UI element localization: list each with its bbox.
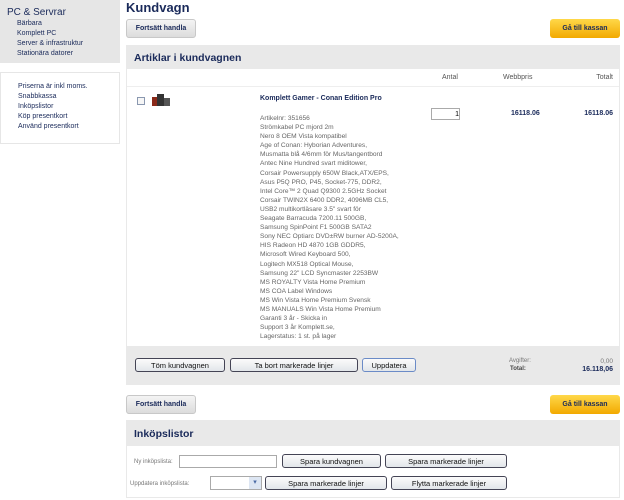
item-checkbox[interactable] [137,97,145,105]
sidebar-item-stationara[interactable]: Stationära datorer [17,49,83,59]
sidebar-item-server[interactable]: Server & infrastruktur [17,39,83,49]
detail-line: Logitech MX518 Optical Mouse, [260,260,354,268]
detail-line: Samsung 22" LCD Syncmaster 2253BW [260,269,379,277]
detail-line: HIS Radeon HD 4870 1GB GDDR5, [260,242,366,250]
product-details: Artikelnr: 351656 Strömkabel PC mjord 2m N… [260,114,399,341]
move-selected-button[interactable]: Flytta markerade linjer [391,476,507,490]
checkout-button-bottom[interactable]: Gå till kassan [550,395,620,414]
detail-line: MS Win Vista Home Premium Svensk [260,296,371,304]
detail-line: Lagerstatus: 1 st. på lager [260,333,337,341]
col-qty: Antal [442,74,458,81]
checkout-button[interactable]: Gå till kassan [550,19,620,38]
update-button[interactable]: Uppdatera [362,358,416,372]
detail-line: Support 3 år Komplett.se, [260,324,335,332]
empty-cart-button[interactable]: Töm kundvagnen [135,358,225,372]
detail-line: Asus P5Q PRO, P45, Socket-775, DDR2, [260,178,382,186]
link-snabbkassa[interactable]: Snabbkassa [18,92,88,102]
sidebar-item-komplett-pc[interactable]: Komplett PC [17,29,83,39]
product-name[interactable]: Komplett Gamer - Conan Edition Pro [260,95,382,102]
detail-line: Antec Nine Hundred svart miditower, [260,160,368,168]
cart-footer: Töm kundvagnen Ta bort markerade linjer … [127,346,619,384]
continue-shopping-button-bottom[interactable]: Fortsätt handla [126,395,196,414]
total-label: Total: [510,366,526,372]
fees-label: Avgifter: [509,358,531,364]
detail-line: Microsoft Wired Keyboard 500, [260,251,351,259]
detail-line: Sony NEC Optiarc DVD±RW burner AD-5200A, [260,233,399,241]
sidebar-category: PC & Servrar Bärbara Komplett PC Server … [0,0,120,63]
col-price: Webbpris [503,74,533,81]
list-select[interactable]: ▾ [210,476,262,490]
detail-line: MS MANUALS Win Vista Home Premium [260,305,381,313]
detail-line: Intel Core™ 2 Quad Q9300 2.5GHz Socket [260,187,387,195]
detail-line: MS COA Label Windows [260,287,333,295]
sidebar-links: Priserna är inkl moms. Snabbkassa Inköps… [0,72,120,144]
cart-heading: Artiklar i kundvagnen [127,46,619,69]
detail-line: Corsair Powersupply 650W Black,ATX/EPS, [260,169,389,177]
detail-line: Samsung SpinPoint F1 500GB SATA2 [260,224,372,232]
quantity-input[interactable] [431,108,460,120]
detail-line: Corsair TWIN2X 6400 DDR2, 4096MB CL5, [260,196,389,204]
sidebar-heading[interactable]: PC & Servrar [7,7,66,18]
vat-note[interactable]: Priserna är inkl moms. [18,82,88,92]
detail-line: Artikelnr: 351656 [260,115,310,122]
detail-line: USB2 multikortläsare 3.5" svart för [260,205,361,213]
detail-line: Musmatta blå 4/6mm för Mus/tangentbord [260,151,383,159]
detail-line: Strömkabel PC mjord 2m [260,124,334,132]
link-anvand-presentkort[interactable]: Använd presentkort [18,122,88,132]
update-list-label: Uppdatera inköpslista: [130,481,190,487]
detail-line: MS ROYALTY Vista Home Premium [260,278,366,286]
detail-line: Age of Conan: Hyborian Adventures, [260,142,368,150]
new-list-label: Ny inköpslista: [134,459,173,465]
link-kop-presentkort[interactable]: Köp presentkort [18,112,88,122]
detail-line: Garanti 3 år - Skicka in [260,315,328,323]
detail-line: Nero 8 OEM Vista kompatibel [260,133,347,141]
lists-heading: Inköpslistor [127,421,619,446]
new-list-input[interactable] [179,455,277,468]
page-title: Kundvagn [126,0,190,15]
shopping-lists-panel: Inköpslistor Ny inköpslista: Spara kundv… [126,420,620,498]
product-image [152,94,170,108]
sidebar-item-barbara[interactable]: Bärbara [17,19,83,29]
item-price: 16118.06 [511,110,540,117]
remove-selected-button[interactable]: Ta bort markerade linjer [230,358,358,372]
col-total: Totalt [596,74,613,81]
link-inkopslistor[interactable]: Inköpslistor [18,102,88,112]
total-value: 16.118,06 [582,366,613,373]
detail-line: Seagate Barracuda 7200.11 500GB, [260,215,367,223]
item-total: 16118.06 [584,110,613,117]
fees-value: 0,00 [600,358,613,365]
save-cart-button[interactable]: Spara kundvagnen [282,454,381,468]
chevron-down-icon: ▾ [249,477,261,489]
save-selected-button[interactable]: Spara markerade linjer [385,454,507,468]
continue-shopping-button[interactable]: Fortsätt handla [126,19,196,38]
cart-panel: Artiklar i kundvagnen Antal Webbpris Tot… [126,45,620,385]
save-selected-to-list-button[interactable]: Spara markerade linjer [265,476,387,490]
